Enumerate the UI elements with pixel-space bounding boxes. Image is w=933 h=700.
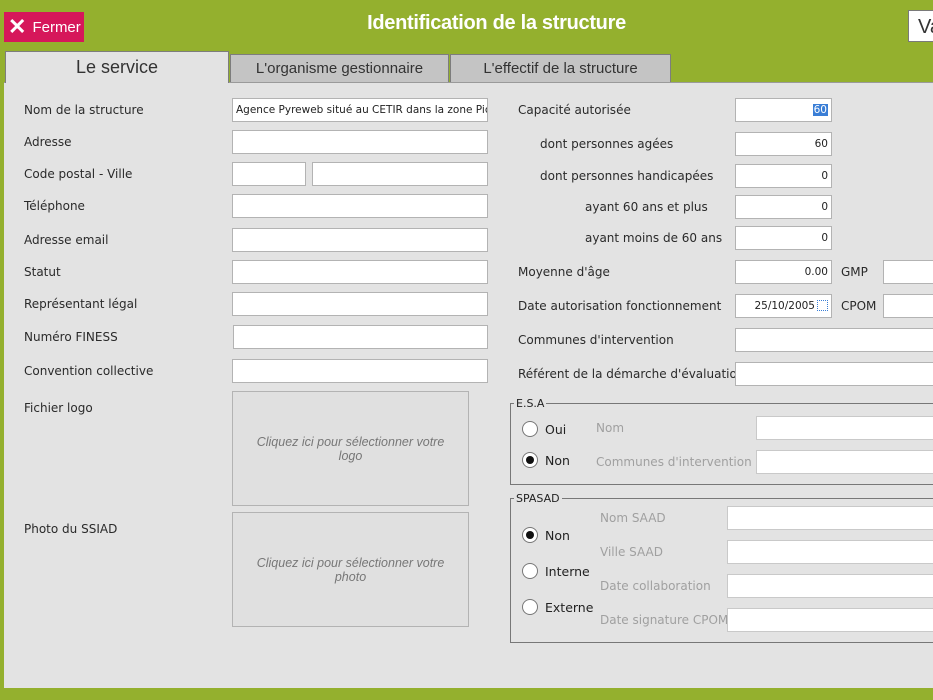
ayant-60-plus-label: ayant 60 ans et plus bbox=[585, 200, 708, 214]
finess-input[interactable] bbox=[233, 325, 488, 349]
email-input[interactable] bbox=[232, 228, 488, 252]
spasad-interne-label: Interne bbox=[545, 563, 590, 579]
spasad-externe-label: Externe bbox=[545, 599, 594, 615]
radio-unchecked-icon bbox=[522, 599, 538, 615]
ayant-moins-60-input[interactable]: 0 bbox=[735, 226, 832, 250]
personnes-handicapees-input[interactable]: 0 bbox=[735, 164, 832, 188]
nom-structure-input[interactable]: Agence Pyreweb situé au CETIR dans la zo… bbox=[232, 98, 488, 122]
nom-saad-input[interactable] bbox=[727, 506, 933, 530]
capacite-input[interactable]: 60 bbox=[735, 98, 832, 122]
moyenne-age-input[interactable]: 0.00 bbox=[735, 260, 832, 284]
gmp-label: GMP bbox=[841, 265, 868, 279]
radio-checked-icon bbox=[522, 527, 538, 543]
code-postal-input[interactable] bbox=[232, 162, 306, 186]
ayant-60-plus-input[interactable]: 0 bbox=[735, 195, 832, 219]
referent-evaluation-label: Référent de la démarche d'évaluation bbox=[518, 367, 745, 381]
radio-unchecked-icon bbox=[522, 563, 538, 579]
date-collaboration-input[interactable] bbox=[727, 574, 933, 598]
photo-ssiad-label: Photo du SSIAD bbox=[24, 522, 118, 536]
page-title: Identification de la structure bbox=[367, 12, 626, 34]
representant-legal-input[interactable] bbox=[232, 292, 488, 316]
finess-label: Numéro FINESS bbox=[24, 330, 118, 344]
nom-structure-label: Nom de la structure bbox=[24, 103, 144, 117]
spasad-interne-radio[interactable]: Interne bbox=[522, 563, 590, 579]
statut-label: Statut bbox=[24, 265, 61, 279]
moyenne-age-label: Moyenne d'âge bbox=[518, 265, 610, 279]
radio-unchecked-icon bbox=[522, 421, 538, 437]
date-autorisation-label: Date autorisation fonctionnement bbox=[518, 299, 722, 313]
telephone-label: Téléphone bbox=[24, 199, 85, 213]
ayant-moins-60-label: ayant moins de 60 ans bbox=[585, 231, 723, 245]
cpom-label: CPOM bbox=[841, 299, 877, 313]
esa-non-radio[interactable]: Non bbox=[522, 452, 570, 468]
validate-button[interactable]: Va bbox=[908, 10, 933, 42]
communes-intervention-input[interactable] bbox=[735, 328, 933, 352]
date-signature-cpom-input[interactable] bbox=[727, 608, 933, 632]
date-collaboration-label: Date collaboration bbox=[600, 579, 711, 593]
tab-le-service[interactable]: Le service bbox=[5, 51, 229, 83]
esa-non-label: Non bbox=[545, 452, 570, 468]
personnes-handicapees-label: dont personnes handicapées bbox=[540, 169, 714, 183]
logo-dropzone-text: Cliquez ici pour sélectionner votre logo bbox=[256, 434, 445, 463]
spasad-externe-radio[interactable]: Externe bbox=[522, 599, 593, 615]
tab-effectif-structure[interactable]: L'effectif de la structure bbox=[450, 54, 671, 82]
spasad-legend: SPASAD bbox=[516, 492, 560, 505]
convention-collective-input[interactable] bbox=[232, 359, 488, 383]
referent-evaluation-input[interactable] bbox=[735, 362, 933, 386]
capacite-value: 60 bbox=[812, 104, 828, 116]
fichier-logo-label: Fichier logo bbox=[24, 401, 93, 415]
telephone-input[interactable] bbox=[232, 194, 488, 218]
logo-dropzone[interactable]: Cliquez ici pour sélectionner votre logo bbox=[232, 391, 469, 506]
esa-nom-label: Nom bbox=[596, 421, 625, 435]
esa-communes-label: Communes d'intervention bbox=[596, 455, 752, 469]
adresse-input[interactable] bbox=[232, 130, 488, 154]
convention-collective-label: Convention collective bbox=[24, 364, 154, 378]
esa-oui-radio[interactable]: Oui bbox=[522, 421, 566, 437]
email-label: Adresse email bbox=[24, 233, 109, 247]
esa-nom-input[interactable] bbox=[756, 416, 933, 440]
gmp-input[interactable] bbox=[883, 260, 933, 284]
tab-organisme-gestionnaire[interactable]: L'organisme gestionnaire bbox=[230, 54, 449, 82]
esa-communes-input[interactable] bbox=[756, 450, 933, 474]
radio-checked-icon bbox=[522, 452, 538, 468]
cpom-input[interactable] bbox=[883, 294, 933, 318]
photo-dropzone-text: Cliquez ici pour sélectionner votre phot… bbox=[256, 555, 445, 584]
esa-legend: E.S.A bbox=[516, 397, 545, 410]
ville-input[interactable] bbox=[312, 162, 488, 186]
ville-saad-input[interactable] bbox=[727, 540, 933, 564]
esa-oui-label: Oui bbox=[545, 421, 567, 437]
spasad-non-label: Non bbox=[545, 527, 570, 543]
personnes-agees-input[interactable]: 60 bbox=[735, 132, 832, 156]
communes-intervention-label: Communes d'intervention bbox=[518, 333, 674, 347]
spasad-non-radio[interactable]: Non bbox=[522, 527, 570, 543]
photo-dropzone[interactable]: Cliquez ici pour sélectionner votre phot… bbox=[232, 512, 469, 627]
date-signature-cpom-label: Date signature CPOM bbox=[600, 613, 729, 627]
statut-input[interactable] bbox=[232, 260, 488, 284]
representant-legal-label: Représentant légal bbox=[24, 297, 138, 311]
capacite-label: Capacité autorisée bbox=[518, 103, 631, 117]
code-postal-ville-label: Code postal - Ville bbox=[24, 167, 133, 181]
calendar-icon[interactable] bbox=[817, 300, 828, 311]
adresse-label: Adresse bbox=[24, 135, 72, 149]
ville-saad-label: Ville SAAD bbox=[600, 545, 663, 559]
personnes-agees-label: dont personnes agées bbox=[540, 137, 674, 151]
nom-saad-label: Nom SAAD bbox=[600, 511, 666, 525]
